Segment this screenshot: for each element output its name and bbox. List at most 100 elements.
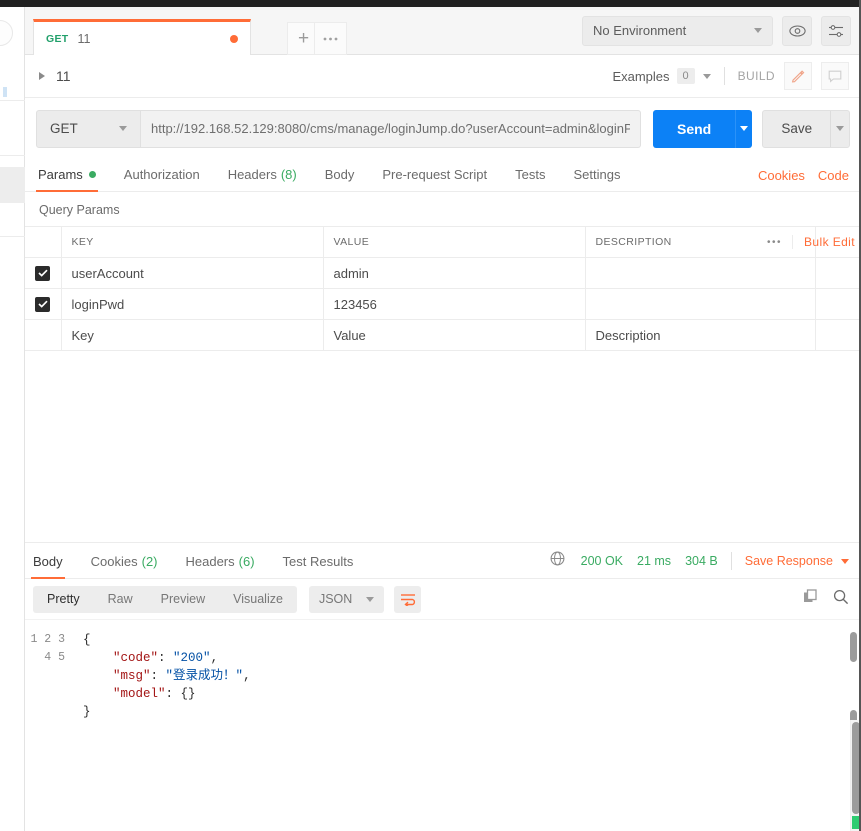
response-tab-headers[interactable]: Headers (6) (186, 554, 255, 578)
sidebar-divider (0, 236, 25, 237)
copy-button[interactable] (803, 588, 819, 610)
send-button-group: Send (653, 109, 753, 148)
tab-label: Settings (573, 167, 621, 182)
tab-pre-request-script[interactable]: Pre-request Script (382, 167, 487, 191)
sidebar-sliver (0, 7, 25, 560)
response-body-code: { "code": "200", "msg": "登录成功！", "model"… (83, 633, 251, 719)
save-options-button[interactable] (830, 110, 849, 147)
edit-request-button[interactable] (784, 62, 812, 90)
comments-button[interactable] (821, 62, 849, 90)
param-value[interactable]: admin (323, 257, 586, 289)
row-checkbox-cell[interactable] (25, 319, 62, 351)
param-actions (815, 288, 861, 320)
sidebar-divider (0, 100, 25, 101)
bulk-edit-link[interactable]: Bulk Edit (792, 235, 855, 249)
response-tab-body[interactable]: Body (31, 554, 65, 579)
response-tools (803, 588, 849, 610)
ellipsis-icon (323, 37, 338, 40)
param-description[interactable] (585, 257, 816, 289)
send-button[interactable]: Send (653, 109, 736, 148)
url-bar-row: GET http://192.168.52.129:8080/cms/manag… (25, 98, 861, 159)
view-mode-raw[interactable]: Raw (94, 592, 147, 606)
scrollbar-thumb[interactable] (850, 632, 857, 662)
environment-quick-look-button[interactable] (782, 15, 812, 46)
word-wrap-icon (400, 593, 415, 606)
response-view-toolbar: Pretty Raw Preview Visualize JSON (25, 579, 861, 619)
chevron-right-icon[interactable] (39, 72, 45, 80)
tab-body[interactable]: Body (325, 167, 355, 191)
search-button[interactable] (833, 589, 849, 610)
chevron-down-icon[interactable] (702, 73, 711, 79)
cookies-link[interactable]: Cookies (758, 168, 805, 183)
param-value-placeholder[interactable]: Value (323, 319, 586, 351)
table-header-row: KEY VALUE DESCRIPTION ••• Bulk Edit (25, 226, 861, 258)
chevron-down-icon (740, 126, 749, 131)
param-value[interactable]: 123456 (323, 288, 586, 320)
url-text: http://192.168.52.129:8080/cms/manage/lo… (151, 121, 630, 136)
main-content: GET 11 + No Environment 11 Examples 0 BU… (25, 7, 861, 831)
view-mode-preview[interactable]: Preview (147, 592, 219, 606)
tab-options-button[interactable] (314, 22, 347, 55)
page-scrollbar[interactable] (850, 720, 860, 831)
chevron-down-icon (754, 28, 762, 33)
http-method-label: GET (50, 121, 78, 136)
environment-settings-button[interactable] (821, 15, 851, 46)
checkbox-checked[interactable] (35, 265, 51, 281)
param-description-placeholder[interactable]: Description (585, 319, 816, 351)
code-link[interactable]: Code (818, 168, 849, 183)
tab-tests[interactable]: Tests (515, 167, 545, 191)
response-format-selector[interactable]: JSON (308, 585, 385, 613)
tab-authorization[interactable]: Authorization (124, 167, 200, 191)
request-tab-11[interactable]: GET 11 (33, 19, 251, 55)
response-tab-cookies[interactable]: Cookies (2) (91, 554, 158, 578)
tab-label: Headers (185, 554, 235, 569)
word-wrap-button[interactable] (394, 585, 422, 613)
check-icon (38, 269, 48, 277)
search-icon (833, 589, 849, 604)
save-button[interactable]: Save (763, 111, 830, 147)
json-value-code: "200" (173, 651, 211, 665)
save-response-button[interactable]: Save Response (745, 554, 849, 568)
tab-label: Body (33, 554, 63, 569)
tab-settings[interactable]: Settings (573, 167, 620, 191)
param-key[interactable]: loginPwd (61, 288, 324, 320)
view-mode-pretty[interactable]: Pretty (33, 592, 94, 606)
collapse-sidebar-arrow-icon[interactable] (0, 20, 13, 46)
tab-headers[interactable]: Headers (8) (228, 167, 297, 191)
tab-params[interactable]: Params (36, 167, 98, 192)
send-options-button[interactable] (735, 109, 753, 148)
environment-selector[interactable]: No Environment (582, 15, 773, 46)
param-description[interactable] (585, 288, 816, 320)
http-method-selector[interactable]: GET (36, 109, 141, 148)
request-tab-label: 11 (77, 31, 91, 46)
row-checkbox-cell[interactable] (25, 257, 62, 289)
chevron-down-icon (841, 558, 849, 564)
sliders-icon (829, 24, 843, 37)
response-body-viewer[interactable]: 1 2 3 4 5 { "code": "200", "msg": "登录成功！… (25, 619, 861, 831)
param-key-placeholder[interactable]: Key (61, 319, 324, 351)
chevron-down-icon (366, 596, 375, 602)
divider (730, 552, 732, 570)
view-mode-visualize[interactable]: Visualize (219, 592, 297, 606)
table-row[interactable]: userAccount admin (25, 257, 861, 289)
table-row-empty[interactable]: Key Value Description (25, 319, 861, 351)
response-section: Body Cookies (2) Headers (6) Test Result… (25, 543, 861, 831)
url-input[interactable]: http://192.168.52.129:8080/cms/manage/lo… (141, 109, 641, 148)
tab-label: Headers (227, 167, 277, 182)
page-title: 11 (56, 68, 71, 84)
examples-label: Examples (612, 68, 670, 84)
checkbox-checked[interactable] (35, 296, 51, 312)
json-brace-close: } (83, 705, 91, 719)
row-checkbox-cell[interactable] (25, 288, 62, 320)
header-key: KEY (61, 226, 324, 258)
tab-badge: (2) (141, 554, 158, 569)
environment-bar: No Environment (550, 7, 861, 54)
build-label[interactable]: BUILD (738, 69, 775, 83)
sidebar-selected-item[interactable] (0, 167, 25, 203)
request-tab-method: GET (46, 32, 69, 45)
response-tab-test-results[interactable]: Test Results (283, 554, 354, 578)
param-key[interactable]: userAccount (61, 257, 324, 289)
table-row[interactable]: loginPwd 123456 (25, 288, 861, 320)
ellipsis-icon[interactable]: ••• (767, 237, 792, 248)
request-section-tabs: Params Authorization Headers (8) Body Pr… (25, 159, 861, 192)
